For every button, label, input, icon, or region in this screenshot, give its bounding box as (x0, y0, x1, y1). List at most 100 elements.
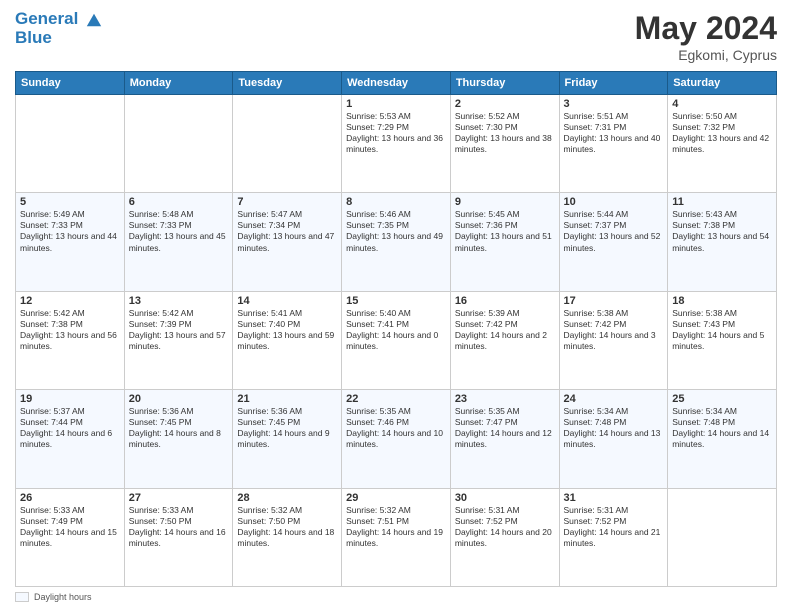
day-info: Sunrise: 5:46 AM Sunset: 7:35 PM Dayligh… (346, 209, 446, 253)
calendar-cell-1-6: 11Sunrise: 5:43 AM Sunset: 7:38 PM Dayli… (668, 193, 777, 291)
calendar-cell-1-3: 8Sunrise: 5:46 AM Sunset: 7:35 PM Daylig… (342, 193, 451, 291)
day-number: 17 (564, 295, 664, 307)
day-info: Sunrise: 5:38 AM Sunset: 7:43 PM Dayligh… (672, 308, 772, 352)
day-number: 28 (237, 492, 337, 504)
calendar-cell-4-4: 30Sunrise: 5:31 AM Sunset: 7:52 PM Dayli… (450, 488, 559, 586)
day-info: Sunrise: 5:36 AM Sunset: 7:45 PM Dayligh… (129, 406, 229, 450)
day-info: Sunrise: 5:48 AM Sunset: 7:33 PM Dayligh… (129, 209, 229, 253)
day-number: 14 (237, 295, 337, 307)
daylight-label: Daylight hours (34, 592, 92, 602)
day-number: 3 (564, 98, 664, 110)
day-info: Sunrise: 5:41 AM Sunset: 7:40 PM Dayligh… (237, 308, 337, 352)
day-number: 21 (237, 393, 337, 405)
weekday-tuesday: Tuesday (233, 72, 342, 95)
day-number: 8 (346, 196, 446, 208)
month-title: May 2024 (635, 10, 777, 47)
logo: General Blue (15, 10, 103, 47)
calendar-cell-0-2 (233, 95, 342, 193)
calendar-cell-3-4: 23Sunrise: 5:35 AM Sunset: 7:47 PM Dayli… (450, 390, 559, 488)
day-info: Sunrise: 5:53 AM Sunset: 7:29 PM Dayligh… (346, 111, 446, 155)
weekday-thursday: Thursday (450, 72, 559, 95)
calendar-cell-4-3: 29Sunrise: 5:32 AM Sunset: 7:51 PM Dayli… (342, 488, 451, 586)
day-number: 30 (455, 492, 555, 504)
logo-icon (85, 11, 103, 29)
week-row-2: 12Sunrise: 5:42 AM Sunset: 7:38 PM Dayli… (16, 291, 777, 389)
day-number: 4 (672, 98, 772, 110)
day-info: Sunrise: 5:36 AM Sunset: 7:45 PM Dayligh… (237, 406, 337, 450)
calendar-cell-1-1: 6Sunrise: 5:48 AM Sunset: 7:33 PM Daylig… (124, 193, 233, 291)
calendar-cell-4-2: 28Sunrise: 5:32 AM Sunset: 7:50 PM Dayli… (233, 488, 342, 586)
weekday-header-row: SundayMondayTuesdayWednesdayThursdayFrid… (16, 72, 777, 95)
day-info: Sunrise: 5:31 AM Sunset: 7:52 PM Dayligh… (455, 505, 555, 549)
calendar-cell-4-6 (668, 488, 777, 586)
calendar-cell-2-5: 17Sunrise: 5:38 AM Sunset: 7:42 PM Dayli… (559, 291, 668, 389)
day-info: Sunrise: 5:42 AM Sunset: 7:38 PM Dayligh… (20, 308, 120, 352)
calendar-cell-0-0 (16, 95, 125, 193)
day-info: Sunrise: 5:43 AM Sunset: 7:38 PM Dayligh… (672, 209, 772, 253)
day-info: Sunrise: 5:42 AM Sunset: 7:39 PM Dayligh… (129, 308, 229, 352)
week-row-3: 19Sunrise: 5:37 AM Sunset: 7:44 PM Dayli… (16, 390, 777, 488)
calendar-cell-0-4: 2Sunrise: 5:52 AM Sunset: 7:30 PM Daylig… (450, 95, 559, 193)
day-number: 18 (672, 295, 772, 307)
day-number: 16 (455, 295, 555, 307)
calendar-cell-2-0: 12Sunrise: 5:42 AM Sunset: 7:38 PM Dayli… (16, 291, 125, 389)
calendar-cell-0-6: 4Sunrise: 5:50 AM Sunset: 7:32 PM Daylig… (668, 95, 777, 193)
calendar-cell-1-0: 5Sunrise: 5:49 AM Sunset: 7:33 PM Daylig… (16, 193, 125, 291)
header: General Blue May 2024 Egkomi, Cyprus (15, 10, 777, 63)
day-info: Sunrise: 5:38 AM Sunset: 7:42 PM Dayligh… (564, 308, 664, 352)
day-number: 6 (129, 196, 229, 208)
footer: Daylight hours (15, 592, 777, 602)
day-number: 26 (20, 492, 120, 504)
day-info: Sunrise: 5:32 AM Sunset: 7:50 PM Dayligh… (237, 505, 337, 549)
calendar-cell-2-6: 18Sunrise: 5:38 AM Sunset: 7:43 PM Dayli… (668, 291, 777, 389)
day-info: Sunrise: 5:35 AM Sunset: 7:47 PM Dayligh… (455, 406, 555, 450)
day-info: Sunrise: 5:34 AM Sunset: 7:48 PM Dayligh… (672, 406, 772, 450)
page: General Blue May 2024 Egkomi, Cyprus Sun… (0, 0, 792, 612)
logo-general: General (15, 9, 78, 28)
day-info: Sunrise: 5:32 AM Sunset: 7:51 PM Dayligh… (346, 505, 446, 549)
day-number: 10 (564, 196, 664, 208)
day-number: 22 (346, 393, 446, 405)
calendar-cell-2-4: 16Sunrise: 5:39 AM Sunset: 7:42 PM Dayli… (450, 291, 559, 389)
day-info: Sunrise: 5:40 AM Sunset: 7:41 PM Dayligh… (346, 308, 446, 352)
calendar-cell-1-2: 7Sunrise: 5:47 AM Sunset: 7:34 PM Daylig… (233, 193, 342, 291)
day-info: Sunrise: 5:37 AM Sunset: 7:44 PM Dayligh… (20, 406, 120, 450)
week-row-4: 26Sunrise: 5:33 AM Sunset: 7:49 PM Dayli… (16, 488, 777, 586)
day-number: 5 (20, 196, 120, 208)
calendar-cell-1-4: 9Sunrise: 5:45 AM Sunset: 7:36 PM Daylig… (450, 193, 559, 291)
day-number: 25 (672, 393, 772, 405)
day-number: 19 (20, 393, 120, 405)
calendar-cell-3-6: 25Sunrise: 5:34 AM Sunset: 7:48 PM Dayli… (668, 390, 777, 488)
weekday-monday: Monday (124, 72, 233, 95)
week-row-0: 1Sunrise: 5:53 AM Sunset: 7:29 PM Daylig… (16, 95, 777, 193)
day-number: 7 (237, 196, 337, 208)
day-info: Sunrise: 5:44 AM Sunset: 7:37 PM Dayligh… (564, 209, 664, 253)
calendar-table: SundayMondayTuesdayWednesdayThursdayFrid… (15, 71, 777, 587)
weekday-saturday: Saturday (668, 72, 777, 95)
day-info: Sunrise: 5:50 AM Sunset: 7:32 PM Dayligh… (672, 111, 772, 155)
calendar-cell-1-5: 10Sunrise: 5:44 AM Sunset: 7:37 PM Dayli… (559, 193, 668, 291)
calendar-cell-0-3: 1Sunrise: 5:53 AM Sunset: 7:29 PM Daylig… (342, 95, 451, 193)
day-info: Sunrise: 5:33 AM Sunset: 7:49 PM Dayligh… (20, 505, 120, 549)
logo-blue: Blue (15, 29, 103, 48)
day-info: Sunrise: 5:35 AM Sunset: 7:46 PM Dayligh… (346, 406, 446, 450)
calendar-cell-3-0: 19Sunrise: 5:37 AM Sunset: 7:44 PM Dayli… (16, 390, 125, 488)
weekday-friday: Friday (559, 72, 668, 95)
weekday-sunday: Sunday (16, 72, 125, 95)
day-number: 12 (20, 295, 120, 307)
calendar-cell-3-3: 22Sunrise: 5:35 AM Sunset: 7:46 PM Dayli… (342, 390, 451, 488)
day-info: Sunrise: 5:34 AM Sunset: 7:48 PM Dayligh… (564, 406, 664, 450)
day-info: Sunrise: 5:51 AM Sunset: 7:31 PM Dayligh… (564, 111, 664, 155)
day-number: 27 (129, 492, 229, 504)
day-number: 2 (455, 98, 555, 110)
day-number: 23 (455, 393, 555, 405)
title-block: May 2024 Egkomi, Cyprus (635, 10, 777, 63)
day-number: 31 (564, 492, 664, 504)
day-info: Sunrise: 5:52 AM Sunset: 7:30 PM Dayligh… (455, 111, 555, 155)
day-number: 20 (129, 393, 229, 405)
day-info: Sunrise: 5:31 AM Sunset: 7:52 PM Dayligh… (564, 505, 664, 549)
week-row-1: 5Sunrise: 5:49 AM Sunset: 7:33 PM Daylig… (16, 193, 777, 291)
day-number: 13 (129, 295, 229, 307)
day-info: Sunrise: 5:39 AM Sunset: 7:42 PM Dayligh… (455, 308, 555, 352)
calendar-cell-0-5: 3Sunrise: 5:51 AM Sunset: 7:31 PM Daylig… (559, 95, 668, 193)
